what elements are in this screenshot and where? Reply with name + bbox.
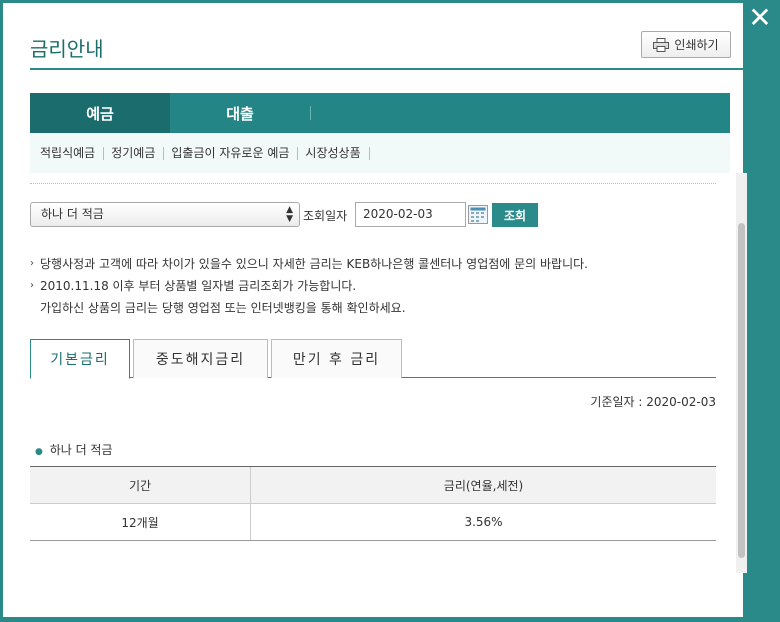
search-button[interactable]: 조회 [492, 203, 538, 227]
dotted-divider [30, 183, 716, 184]
header-rate: 금리(연율,세전) [250, 466, 716, 504]
chevron-right-icon: › [30, 258, 34, 269]
table-header-row: 기간 금리(연율,세전) [30, 466, 716, 504]
base-date: 기준일자 : 2020-02-03 [590, 395, 716, 409]
notice-item: › 2010.11.18 이후 부터 상품별 일자별 금리조회가 가능합니다. … [30, 275, 588, 319]
query-date-input[interactable]: 2020-02-03 [355, 202, 466, 227]
tab-separator [310, 106, 311, 120]
notice-text: 가입하신 상품의 금리는 당행 영업점 또는 인터넷뱅킹을 통해 확인하세요. [40, 301, 406, 315]
deposit-sub-nav: 적립식예금 정기예금 입출금이 자유로운 예금 시장성상품 [30, 133, 730, 173]
product-select[interactable]: 하나 더 적금 ▲ ▼ [30, 202, 300, 227]
calendar-icon[interactable] [468, 205, 488, 224]
print-button[interactable]: 인쇄하기 [641, 31, 731, 58]
tab-early-termination-rate[interactable]: 중도해지금리 [133, 339, 268, 378]
subnav-demand-deposit[interactable]: 입출금이 자유로운 예금 [171, 146, 299, 160]
rate-table: 기간 금리(연율,세전) 12개월 3.56% [30, 466, 716, 541]
vertical-scrollbar[interactable] [736, 173, 747, 573]
tab-post-maturity-rate[interactable]: 만기 후 금리 [271, 339, 402, 378]
rate-info-popup: 금리안내 인쇄하기 예금 대출 적립식예금 정기예금 입출금이 자유로운 예금 … [3, 3, 750, 617]
rate-tab-bar: 기본금리 중도해지금리 만기 후 금리 [30, 339, 716, 379]
product-heading: ● 하나 더 적금 [35, 441, 113, 458]
subnav-market-products[interactable]: 시장성상품 [305, 146, 370, 160]
bullet-dot-icon: ● [35, 447, 43, 457]
notice-list: › 당행사정과 고객에 따라 차이가 있을수 있으니 자세한 금리는 KEB하나… [30, 253, 588, 319]
main-tab-bar: 예금 대출 [30, 93, 730, 140]
tab-loan[interactable]: 대출 [170, 93, 310, 133]
cell-period: 12개월 [30, 503, 251, 541]
product-select-value: 하나 더 적금 [41, 207, 104, 221]
print-label: 인쇄하기 [674, 38, 719, 52]
content-area: 하나 더 적금 ▲ ▼ 조회일자 2020-02-03 조회 › 당행사정과 고객… [30, 173, 740, 573]
title-divider [30, 68, 750, 70]
header-period: 기간 [30, 466, 251, 504]
chevron-right-icon: › [30, 280, 34, 291]
tab-deposit[interactable]: 예금 [30, 93, 170, 140]
notice-item: › 당행사정과 고객에 따라 차이가 있을수 있으니 자세한 금리는 KEB하나… [30, 253, 588, 275]
close-icon[interactable]: ✕ [744, 3, 776, 35]
scroll-thumb[interactable] [738, 223, 745, 558]
printer-icon [653, 37, 670, 52]
tab-base-rate[interactable]: 기본금리 [30, 339, 130, 379]
query-date-label: 조회일자 [303, 209, 348, 223]
select-arrows-icon: ▲ ▼ [286, 205, 293, 224]
subnav-time-deposit[interactable]: 정기예금 [111, 146, 165, 160]
page-title: 금리안내 [30, 37, 104, 61]
notice-text: 당행사정과 고객에 따라 차이가 있을수 있으니 자세한 금리는 KEB하나은행… [40, 257, 588, 271]
product-name: 하나 더 적금 [49, 443, 113, 457]
notice-text: 2010.11.18 이후 부터 상품별 일자별 금리조회가 가능합니다. [40, 279, 357, 293]
table-row: 12개월 3.56% [30, 503, 716, 541]
cell-rate: 3.56% [250, 503, 716, 541]
subnav-installment-savings[interactable]: 적립식예금 [40, 146, 105, 160]
